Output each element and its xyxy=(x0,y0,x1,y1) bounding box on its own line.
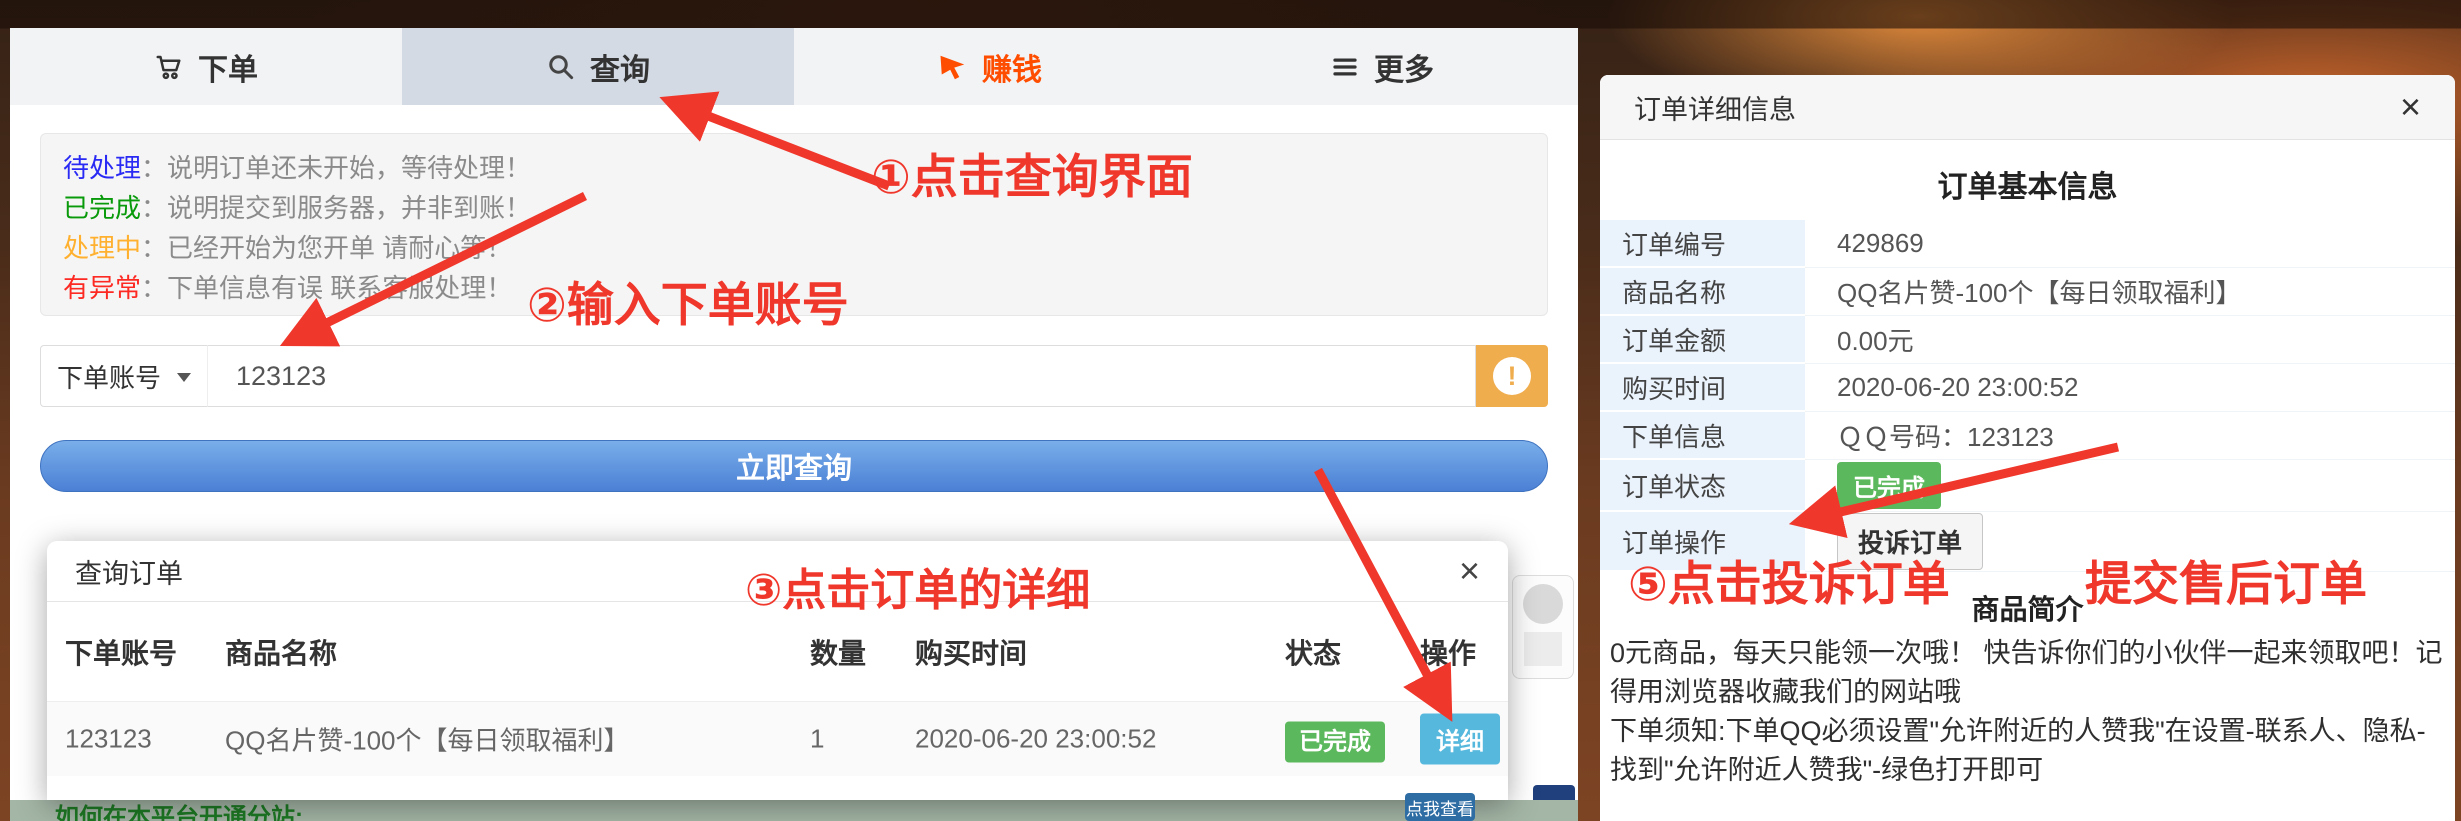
status-badge: 已完成 xyxy=(1837,462,1941,509)
status-badge: 已完成 xyxy=(1285,722,1385,763)
nav-tabs: 下单 查询 赚钱 更多 xyxy=(10,28,1578,105)
detail-row-status: 订单状态 已完成 xyxy=(1600,460,2455,512)
tab-label: 更多 xyxy=(1374,45,1434,89)
legend-line-pending: 待处理：说明订单还未开始，等待处理！ xyxy=(63,148,1525,188)
product-description: 0元商品，每天只能领一次哦！ 快告诉你们的小伙伴一起来领取吧！记得用浏览器收藏我… xyxy=(1600,628,2455,790)
detail-row-amount: 订单金额 0.00元 xyxy=(1600,316,2455,364)
chevron-down-icon xyxy=(177,373,191,389)
tab-earn[interactable]: 赚钱 xyxy=(794,28,1186,105)
screenshot-root: 下单 查询 赚钱 更多 待处 xyxy=(0,0,2461,821)
detail-row-product: 商品名称 QQ名片赞-100个【每日领取福利】 xyxy=(1600,268,2455,316)
alert-button[interactable]: ! xyxy=(1476,345,1548,407)
floating-circle-icon xyxy=(1523,584,1563,624)
substation-strip: 如何在本平台开通分站: xyxy=(10,800,1578,821)
account-input[interactable] xyxy=(208,345,1476,407)
tab-query[interactable]: 查询 xyxy=(402,28,794,105)
status-abnormal-label: 有异常 xyxy=(63,273,141,303)
detail-row-order-no: 订单编号 429869 xyxy=(1600,220,2455,268)
order-table-row: 123123 QQ名片赞-100个【每日领取福利】 1 2020-06-20 2… xyxy=(47,701,1508,776)
annotation-step5-right: 提交售后订单 xyxy=(2085,545,2367,614)
cell-time: 2020-06-20 23:00:52 xyxy=(915,724,1156,755)
tab-more[interactable]: 更多 xyxy=(1186,28,1578,105)
cell-qty: 1 xyxy=(810,724,824,755)
annotation-step5-left: ⑤点击投诉订单 xyxy=(1628,545,1950,614)
cursor-icon xyxy=(938,52,968,82)
detail-row-time: 购买时间 2020-06-20 23:00:52 xyxy=(1600,364,2455,412)
order-detail-button[interactable]: 详细 xyxy=(1420,714,1500,765)
tab-place-order[interactable]: 下单 xyxy=(10,28,402,105)
col-product: 商品名称 xyxy=(225,632,337,672)
exclamation-icon: ! xyxy=(1493,357,1531,395)
order-basic-info-title: 订单基本信息 xyxy=(1600,140,2455,220)
view-substation-button[interactable]: 点我查看 xyxy=(1405,793,1475,821)
substation-strip-text: 如何在本平台开通分站: xyxy=(55,797,303,821)
floating-square-icon xyxy=(1524,632,1562,666)
cell-product: QQ名片赞-100个【每日领取福利】 xyxy=(225,721,630,758)
close-icon[interactable]: × xyxy=(1459,553,1480,589)
floating-widget-fragment xyxy=(1512,575,1574,679)
col-status: 状态 xyxy=(1285,632,1341,672)
annotation-step2: ②输入下单账号 xyxy=(527,266,849,335)
detail-panel-header: 订单详细信息 × xyxy=(1600,75,2455,140)
query-submit-button[interactable]: 立即查询 xyxy=(40,440,1548,492)
cart-icon xyxy=(154,52,184,82)
list-icon xyxy=(1330,52,1360,82)
status-completed-label: 已完成 xyxy=(63,193,141,223)
status-processing-label: 处理中 xyxy=(63,233,141,263)
col-action: 操作 xyxy=(1420,632,1476,672)
close-icon[interactable]: × xyxy=(2400,89,2421,125)
tab-label: 下单 xyxy=(198,45,258,89)
annotation-step1: ①点击查询界面 xyxy=(871,138,1193,207)
account-type-select[interactable]: 下单账号 xyxy=(40,345,208,407)
col-qty: 数量 xyxy=(810,632,866,672)
detail-panel-title: 订单详细信息 xyxy=(1634,88,1796,127)
legend-line-completed: 已完成：说明提交到服务器，并非到账！ xyxy=(63,188,1525,228)
product-description-line1: 0元商品，每天只能领一次哦！ 快告诉你们的小伙伴一起来领取吧！记得用浏览器收藏我… xyxy=(1610,634,2445,712)
tab-label: 赚钱 xyxy=(982,45,1042,89)
cell-account: 123123 xyxy=(65,724,152,755)
tab-label: 查询 xyxy=(590,45,650,89)
col-time: 购买时间 xyxy=(915,632,1027,672)
annotation-step3: ③点击订单的详细 xyxy=(745,554,1090,618)
search-icon xyxy=(546,52,576,82)
query-modal-title: 查询订单 xyxy=(75,552,183,591)
detail-row-order-info: 下单信息 ＱＱ号码：123123 xyxy=(1600,412,2455,460)
query-form-row: 下单账号 ! xyxy=(40,345,1548,407)
legend-line-processing: 处理中：已经开始为您开单 请耐心等！ xyxy=(63,228,1525,268)
order-detail-panel: 订单详细信息 × 订单基本信息 订单编号 429869 商品名称 QQ名片赞-1… xyxy=(1600,75,2455,821)
col-account: 下单账号 xyxy=(65,632,177,672)
product-description-line2: 下单须知:下单QQ必须设置"允许附近的人赞我"在设置-联系人、隐私-找到"允许附… xyxy=(1610,712,2445,790)
status-pending-label: 待处理 xyxy=(63,153,141,183)
